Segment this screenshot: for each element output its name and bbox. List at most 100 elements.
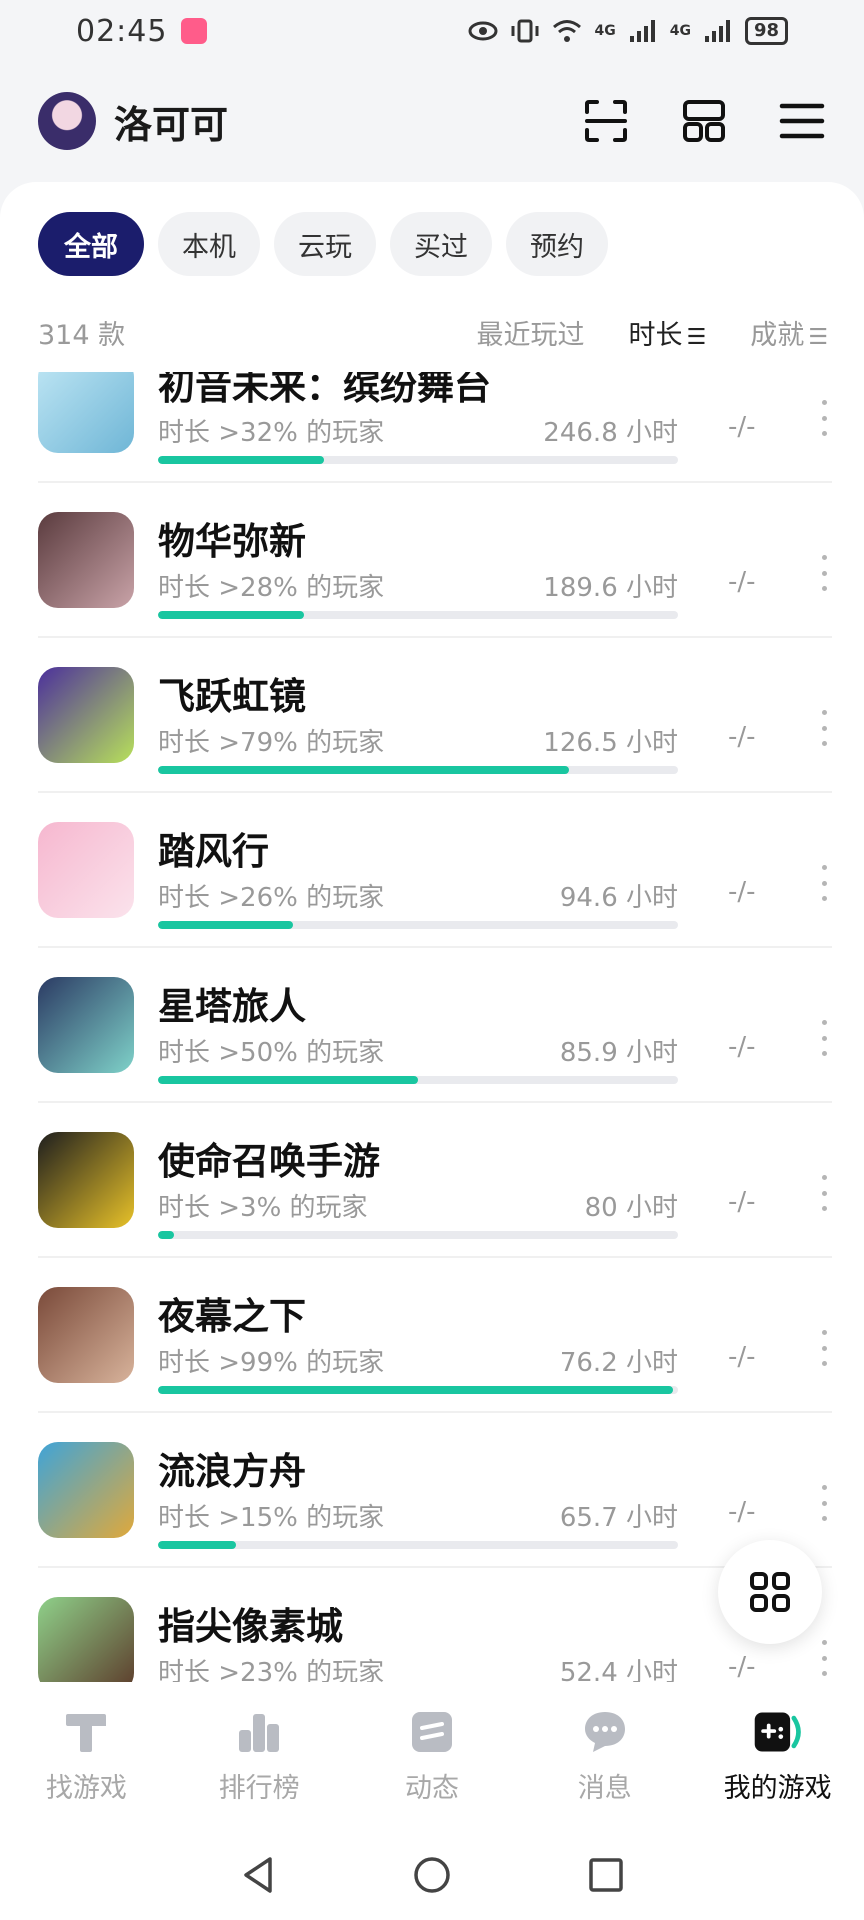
more-options-icon[interactable] [816,555,832,591]
playtime-hours: 52.4 小时 [559,1658,678,1682]
back-triangle-icon [244,1857,272,1893]
achievement-progress: -/- [728,877,756,907]
game-cover-icon[interactable] [38,977,134,1073]
playtime-percentile-text: 时长 >79% 的玩家 [158,728,385,758]
hamburger-menu-icon [779,103,825,139]
message-icon [578,1708,632,1756]
nav-find-game[interactable]: 找游戏 [0,1682,173,1830]
filter-chip-all[interactable]: 全部 [38,212,144,276]
more-options-icon[interactable] [816,1485,832,1521]
playtime-hours: 246.8 小时 [543,418,678,448]
status-bar: 02:45 4G 4G 98 [0,0,864,62]
sort-order-icon-2: ☰ [808,324,828,350]
filter-chip-reserved[interactable]: 预约 [506,212,608,276]
home-button[interactable] [410,1853,454,1897]
game-row[interactable]: 踏风行 时长 >26% 的玩家 94.6 小时 -/- [38,793,832,948]
scan-button[interactable] [582,97,630,145]
game-row[interactable]: 流浪方舟时长 >15% 的玩家 65.7 小时 -/- [38,1413,832,1568]
recents-button[interactable] [584,1853,628,1897]
sort-duration[interactable]: 时长 ☰ [629,313,707,352]
playtime-progress-bar [158,456,678,464]
filter-chip-cloud[interactable]: 云玩 [274,212,376,276]
game-title: 物华弥新 [158,520,306,563]
game-row[interactable]: 飞跃虹镜 时长 >79% 的玩家 126.5 小时 -/- [38,638,832,793]
game-row[interactable]: 星塔旅人 时长 >50% 的玩家 85.9 小时 -/- [38,948,832,1103]
achievement-progress: -/- [728,1497,756,1527]
feed-icon [405,1708,459,1756]
menu-button[interactable] [778,97,826,145]
game-playtime-stats: 时长 >32% 的玩家 246.8 小时 [158,412,678,449]
game-row[interactable]: 初音未来：缤纷舞台 时长 >32% 的玩家 246.8 小时 -/- [38,372,832,483]
bottom-nav: 找游戏 排行榜 动态 消息 我的游戏 [0,1682,864,1830]
scan-icon [585,100,627,142]
achievement-progress: -/- [728,412,756,442]
game-cover-icon[interactable] [38,1442,134,1538]
home-circle-icon [414,1857,450,1893]
playtime-percentile-text: 时长 >23% 的玩家 [158,1658,385,1682]
layout-toggle-button[interactable] [680,97,728,145]
game-cover-icon[interactable] [38,1287,134,1383]
sort-achievement[interactable]: 成就 ☰ [750,313,828,352]
nav-feed-label: 动态 [404,1772,459,1804]
nav-find-game-label: 找游戏 [45,1772,127,1804]
nav-ranking[interactable]: 排行榜 [173,1682,346,1830]
game-cover-icon[interactable] [38,822,134,918]
game-row[interactable]: 指尖像素城 时长 >23% 的玩家 52.4 小时 -/- [38,1568,832,1682]
signal-1-icon: 4G [594,23,616,39]
more-options-icon[interactable] [816,865,832,901]
game-playtime-stats: 时长 >3% 的玩家 80 小时 [158,1187,678,1224]
playtime-progress-fill [158,456,324,464]
game-row[interactable]: 物华弥新 时长 >28% 的玩家 189.6 小时 -/- [38,483,832,638]
game-cover-icon[interactable] [38,1597,134,1682]
game-row[interactable]: 夜幕之下 时长 >99% 的玩家 76.2 小时 -/- [38,1258,832,1413]
playtime-progress-fill [158,766,569,774]
apps-grid-icon [750,1572,790,1612]
more-options-icon[interactable] [816,400,832,436]
game-count: 314 款 [38,319,126,351]
username[interactable]: 洛可可 [114,94,228,149]
playtime-progress-bar [158,1386,678,1394]
playtime-hours: 126.5 小时 [543,728,678,758]
sort-recent[interactable]: 最近玩过 [477,313,585,352]
more-options-icon[interactable] [816,1640,832,1676]
playtime-percentile-text: 时长 >3% 的玩家 [158,1193,368,1223]
game-title: 流浪方舟 [158,1450,306,1493]
sort-bar: 314 款 最近玩过 时长 ☰ 成就 ☰ [38,302,828,362]
back-button[interactable] [236,1853,280,1897]
wifi-icon [553,20,582,42]
my-games-icon [751,1708,805,1756]
game-title: 夜幕之下 [158,1295,306,1338]
playtime-progress-fill [158,1386,673,1394]
status-icons: 4G 4G 98 [468,17,788,45]
grid-layout-icon [683,100,725,142]
more-options-icon[interactable] [816,1330,832,1366]
game-cover-icon[interactable] [38,1132,134,1228]
game-row[interactable]: 使命召唤手游 时长 >3% 的玩家 80 小时 -/- [38,1103,832,1258]
more-options-icon[interactable] [816,1175,832,1211]
playtime-progress-fill [158,1076,418,1084]
avatar[interactable] [38,92,96,150]
playtime-percentile-text: 时长 >99% 的玩家 [158,1348,385,1378]
games-sheet: 全部 本机 云玩 买过 预约 314 款 最近玩过 时长 ☰ 成就 ☰ 初音未来：缤… [0,182,864,1682]
more-options-icon[interactable] [816,1020,832,1056]
filter-chip-purchased[interactable]: 买过 [390,212,492,276]
game-cover-icon[interactable] [38,512,134,608]
game-title: 踏风行 [158,830,269,873]
playtime-percentile-text: 时长 >32% 的玩家 [158,418,385,448]
nav-my-games-label: 我的游戏 [723,1772,832,1804]
playtime-progress-fill [158,1541,236,1549]
playtime-progress-fill [158,921,293,929]
game-cover-icon[interactable] [38,372,134,453]
signal-bars-icon-2 [704,20,730,42]
nav-feed[interactable]: 动态 [346,1682,519,1830]
game-cover-icon[interactable] [38,667,134,763]
nav-my-games[interactable]: 我的游戏 [691,1682,864,1830]
playtime-hours: 76.2 小时 [559,1348,678,1378]
nav-ranking-label: 排行榜 [218,1772,300,1804]
more-options-icon[interactable] [816,710,832,746]
achievement-progress: -/- [728,1187,756,1217]
quick-menu-fab[interactable] [718,1540,822,1644]
filter-chip-local[interactable]: 本机 [158,212,260,276]
game-playtime-stats: 时长 >15% 的玩家 65.7 小时 [158,1497,678,1534]
nav-messages[interactable]: 消息 [518,1682,691,1830]
